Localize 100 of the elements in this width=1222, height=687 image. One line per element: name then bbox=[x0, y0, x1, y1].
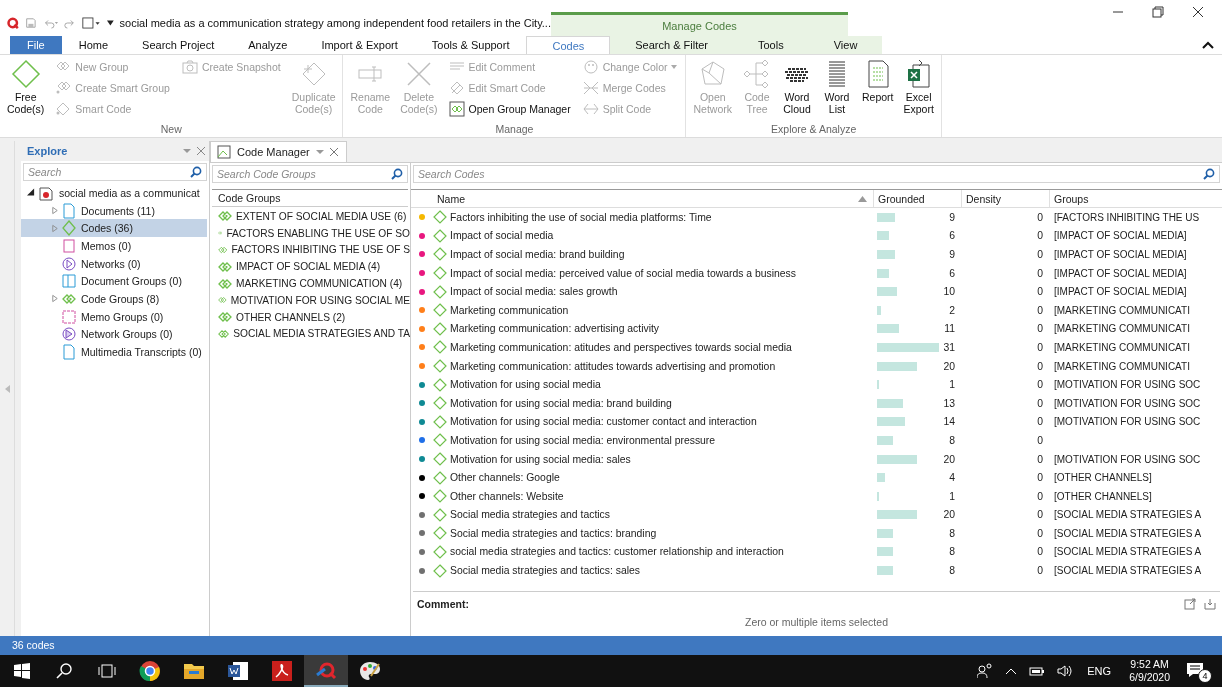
caret-icon[interactable] bbox=[315, 148, 324, 156]
table-cell-text: 0 bbox=[1036, 416, 1044, 428]
table-cell[interactable]: Social media strategies and tactics: branding bbox=[433, 526, 873, 541]
table-cell[interactable]: Social media strategies and tactics: sales bbox=[433, 563, 873, 578]
ribbon-button[interactable]: Word Cloud bbox=[779, 57, 815, 123]
table-cell[interactable]: Social media strategies and tactics bbox=[433, 507, 873, 522]
tree-item[interactable]: Memos (0) bbox=[21, 237, 207, 255]
code-group-item[interactable]: OTHER CHANNELS (2) bbox=[210, 308, 410, 326]
column-header[interactable]: Grounded bbox=[873, 190, 961, 207]
show-hidden-icons-icon[interactable] bbox=[1005, 667, 1018, 675]
ribbon-tab[interactable]: Codes bbox=[526, 36, 611, 54]
table-cell[interactable]: Motivation for using social media: brand building bbox=[433, 396, 873, 411]
table-cell[interactable]: Impact of social media bbox=[433, 228, 873, 243]
task-view-icon[interactable] bbox=[98, 663, 116, 679]
table-cell[interactable]: Marketing communication: atitudes and perspectives towards social media bbox=[433, 340, 873, 355]
table-cell: [IMPACT OF SOCIAL MEDIA] bbox=[1054, 249, 1187, 260]
code-icon bbox=[433, 266, 447, 281]
table-cell[interactable]: Motivation for using social media: customer contact and interaction bbox=[433, 414, 873, 429]
table-cell[interactable]: Factors inhibiting the use of social media platforms: Time bbox=[433, 210, 873, 225]
grounded-bar bbox=[877, 231, 889, 241]
tree-item[interactable]: Document Groups (0) bbox=[21, 272, 207, 291]
column-header[interactable]: Name bbox=[433, 190, 873, 207]
table-cell-text: 0 bbox=[1036, 304, 1044, 316]
table-cell[interactable]: Motivation for using social media bbox=[433, 377, 873, 392]
table-cell[interactable]: Other channels: Website bbox=[433, 489, 873, 504]
code-group-item[interactable]: SOCIAL MEDIA STRATEGIES AND TA bbox=[210, 325, 410, 343]
battery-icon[interactable] bbox=[1029, 666, 1046, 676]
comment-label: Comment: bbox=[417, 598, 470, 610]
table-cell: [MOTIVATION FOR USING SOC bbox=[1054, 379, 1201, 391]
search-icon[interactable] bbox=[56, 663, 72, 679]
grounded-bar bbox=[877, 398, 903, 408]
collapse-ribbon-icon[interactable] bbox=[1202, 41, 1214, 49]
search-field[interactable]: Search Code Groups bbox=[212, 165, 408, 183]
ribbon-tab[interactable]: Tools bbox=[733, 36, 809, 54]
ribbon-button[interactable]: Excel Export bbox=[900, 57, 937, 123]
table-cell: [IMPACT OF SOCIAL MEDIA] bbox=[1054, 286, 1187, 298]
windows-logo-icon[interactable] bbox=[14, 663, 30, 679]
code-group-item[interactable]: FACTORS ENABLING THE USE OF SO bbox=[210, 224, 410, 242]
open-external-icon[interactable] bbox=[1184, 598, 1196, 610]
tree-item[interactable]: Code Groups (8) bbox=[21, 290, 207, 308]
window-layout-icon[interactable] bbox=[82, 16, 101, 30]
table-cell[interactable]: Impact of social media: sales growth bbox=[433, 284, 873, 299]
save-comment-icon[interactable] bbox=[1204, 598, 1216, 610]
search-field[interactable]: Search Codes bbox=[413, 165, 1220, 183]
tree-item[interactable]: Documents (11) bbox=[21, 201, 207, 220]
ribbon-button[interactable]: Free Code(s) bbox=[4, 57, 48, 123]
speaker-icon[interactable] bbox=[1057, 665, 1074, 677]
table-cell[interactable]: Marketing communication: attitudes towards advertising and promotion bbox=[433, 359, 873, 374]
tree-item[interactable]: Codes (36) bbox=[21, 219, 207, 238]
table-cell[interactable]: Impact of social media: brand building bbox=[433, 247, 873, 262]
ribbon-button[interactable]: Report bbox=[859, 57, 897, 123]
tree-item[interactable]: social media as a communicat bbox=[21, 184, 207, 202]
table-cell: [SOCIAL MEDIA STRATEGIES A bbox=[1054, 546, 1202, 558]
ribbon-group-label: New bbox=[159, 123, 183, 137]
restore-icon[interactable] bbox=[1152, 6, 1164, 18]
tree-item[interactable]: Networks (0) bbox=[21, 254, 207, 273]
table-cell[interactable]: social media strategies and tactics: customer relationship and interaction bbox=[433, 545, 873, 559]
clock-date[interactable]: 6/9/2020 bbox=[1129, 671, 1170, 684]
code-icon bbox=[433, 303, 447, 318]
table-cell[interactable]: Impact of social media: perceived value of social media towards a business bbox=[433, 266, 873, 281]
clock-time[interactable]: 9:52 AM bbox=[1130, 658, 1169, 671]
code-group-item[interactable]: MOTIVATION FOR USING SOCIAL ME bbox=[210, 292, 410, 309]
ribbon-tab[interactable]: Search & Filter bbox=[610, 36, 733, 54]
code-group-item[interactable]: IMPACT OF SOCIAL MEDIA (4) bbox=[210, 258, 410, 276]
tree-item[interactable]: Network Groups (0) bbox=[21, 325, 207, 344]
search-field[interactable]: Search bbox=[23, 163, 207, 181]
collapse-arrow-icon[interactable] bbox=[27, 188, 35, 198]
code-group-item[interactable]: EXTENT OF SOCIAL MEDIA USE (6) bbox=[210, 208, 410, 225]
tree-item[interactable]: Multimedia Transcripts (0) bbox=[21, 343, 207, 361]
code-group-item[interactable]: MARKETING COMMUNICATION (4) bbox=[210, 275, 410, 292]
project-icon bbox=[38, 184, 54, 201]
table-cell-text: 31 bbox=[943, 341, 956, 353]
code-group-item[interactable]: FACTORS INHIBITING THE USE OF S bbox=[210, 241, 410, 259]
table-cell[interactable]: Motivation for using social media: sales bbox=[433, 452, 873, 466]
code-icon bbox=[433, 228, 447, 243]
dropdown-icon[interactable] bbox=[106, 19, 114, 27]
table-cell[interactable]: Motivation for using social media: environmental pressure bbox=[433, 433, 873, 448]
word-processor-icon bbox=[227, 660, 249, 682]
language-indicator[interactable]: ENG bbox=[1087, 665, 1112, 677]
notification-icon[interactable] bbox=[1186, 662, 1204, 678]
people-icon[interactable] bbox=[977, 663, 994, 679]
table-cell-text: 20 bbox=[943, 453, 956, 465]
document-tab[interactable]: Code Manager bbox=[210, 141, 347, 162]
ribbon-button[interactable]: Open Group Manager bbox=[444, 99, 575, 119]
tree-item[interactable]: Memo Groups (0) bbox=[21, 307, 207, 326]
table-cell[interactable]: Marketing communication bbox=[433, 303, 873, 318]
split-icon bbox=[582, 101, 599, 117]
column-header[interactable]: Groups bbox=[1049, 190, 1222, 207]
column-header[interactable]: Density bbox=[961, 190, 1049, 207]
table-cell[interactable]: Other channels: Google bbox=[433, 470, 873, 485]
ribbon-button[interactable]: Word List bbox=[819, 57, 855, 123]
table-cell[interactable]: Marketing communication: advertising activity bbox=[433, 321, 873, 336]
ribbon-tab[interactable]: File bbox=[10, 36, 62, 54]
merge-icon bbox=[582, 80, 599, 96]
column-header[interactable]: Code Groups bbox=[212, 189, 408, 207]
smart-group-icon bbox=[55, 80, 72, 96]
grounded-bar bbox=[877, 305, 881, 315]
close-icon[interactable] bbox=[1192, 6, 1204, 18]
grounded-bar bbox=[877, 528, 893, 538]
ribbon-tab[interactable]: View bbox=[808, 36, 883, 54]
